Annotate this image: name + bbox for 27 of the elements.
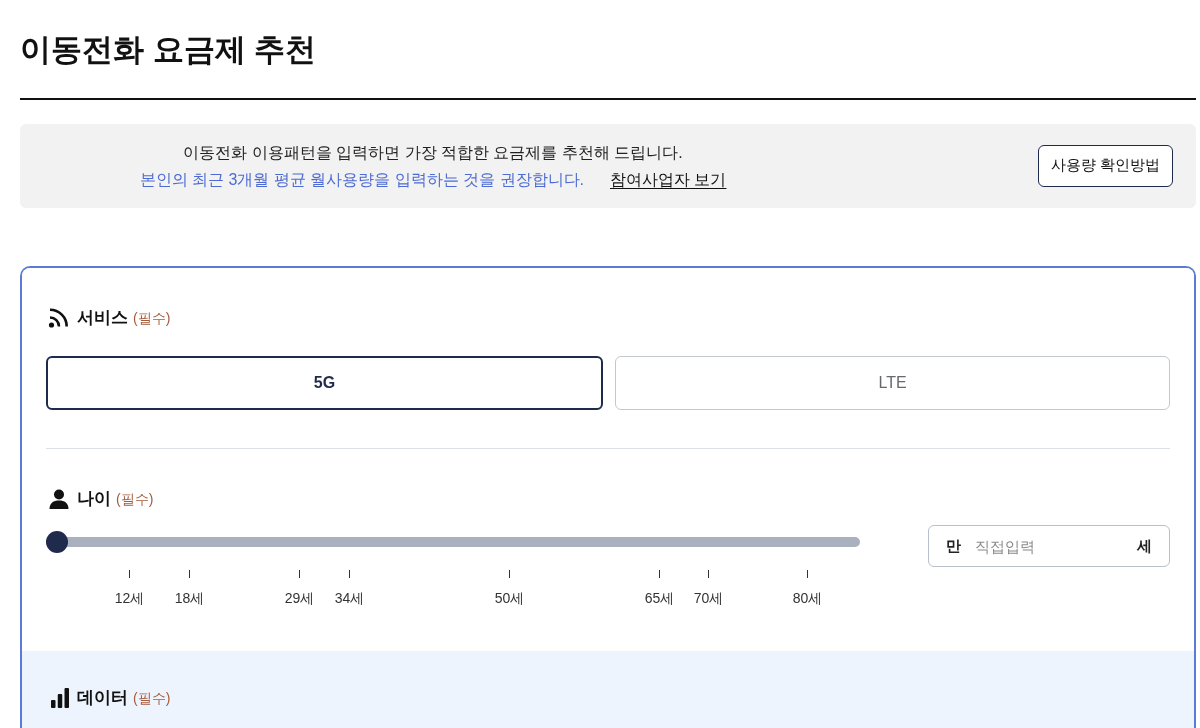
required-note: (필수) — [133, 309, 171, 328]
age-tick-label: 18세 — [174, 589, 205, 608]
age-tick-label: 29세 — [284, 589, 315, 608]
age-tick-label: 80세 — [792, 589, 823, 608]
age-tick-label: 50세 — [494, 589, 525, 608]
age-tick-label: 34세 — [334, 589, 365, 608]
age-tick-label: 12세 — [114, 589, 145, 608]
user-icon — [49, 489, 69, 509]
page-title: 이동전화 요금제 추천 — [20, 31, 318, 69]
section-title: 나이 — [77, 488, 111, 510]
age-tick-label: 70세 — [693, 589, 724, 608]
section-title: 서비스 — [77, 307, 128, 329]
usage-guide-button[interactable]: 사용량 확인방법 — [1037, 145, 1173, 187]
unit-prefix: 만 — [946, 536, 961, 556]
signal-bars-icon — [51, 688, 69, 708]
service-option[interactable]: LTE — [615, 356, 1170, 410]
service-option[interactable]: 5G — [46, 356, 603, 410]
age-slider-handle[interactable] — [46, 531, 68, 553]
section-title: 데이터 — [77, 687, 128, 709]
notice-hint: 본인의 최근 3개월 평균 월사용량을 입력하는 것을 권장합니다. — [139, 170, 584, 190]
required-note: (필수) — [133, 689, 171, 708]
age-tick-label: 65세 — [644, 589, 675, 608]
rss-icon — [48, 308, 69, 328]
required-note: (필수) — [116, 490, 154, 509]
notice-text: 이동전화 이용패턴을 입력하면 가장 적합한 요금제를 추천해 드립니다. — [183, 143, 683, 163]
unit-suffix: 세 — [1137, 536, 1152, 556]
providers-link[interactable]: 참여사업자 보기 — [610, 166, 727, 193]
